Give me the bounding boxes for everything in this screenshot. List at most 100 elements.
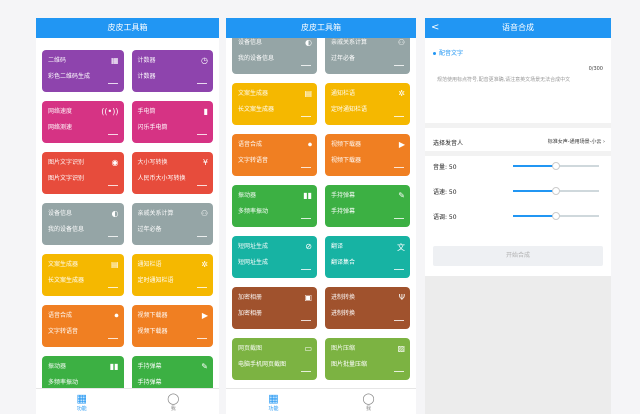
people-icon: ⚇ (397, 38, 405, 47)
nav-tab-me[interactable]: ◯ 我 (128, 389, 220, 414)
tool-card-subtitle: 长文案生成器 (238, 106, 275, 113)
tool-card-subtitle: 进制转换 (331, 310, 356, 317)
nav-tab-me[interactable]: ◯ 我 (321, 389, 416, 414)
tool-card-subtitle: 电脑手机网页截图 (238, 361, 287, 368)
voice-selector[interactable]: 选择发音人 标准女声-通用场景-小云 › (433, 138, 605, 147)
bars-icon: ▮▮ (109, 362, 119, 371)
card-underline (107, 83, 118, 84)
settings-icon: ✲ (398, 89, 405, 98)
slider-row: 语调: 50 (433, 212, 605, 221)
tool-card[interactable]: 文案生成器 长文案生成器 ▤ (42, 254, 124, 296)
slider-row: 音量: 50 (433, 162, 605, 171)
tool-card[interactable]: 手持弹幕 手持弹幕 ✎ (325, 185, 410, 227)
tool-card[interactable]: 视频下载器 视频下载器 ▶ (325, 134, 410, 176)
start-synthesis-button[interactable]: 开始合成 (433, 246, 603, 266)
mic-icon: ⏺ (308, 140, 312, 149)
tool-card-subtitle: 定时通知栏语 (137, 277, 174, 284)
char-counter: 0/300 (588, 66, 603, 72)
tool-card-subtitle: 翻译集合 (331, 259, 356, 266)
tool-card-subtitle: 人民币大小写转换 (137, 175, 186, 182)
tool-grid: 二维码 彩色二维码生成 ▦ 计数器 计数器 ◷ 网络速度 网络测速 ((•)) 手电筒 闪乐手电筒 ▮… (42, 50, 213, 388)
tool-card[interactable]: 图片文字识别 图片文字识别 ◉ (42, 152, 124, 194)
slider-track[interactable] (513, 187, 599, 195)
slider-track[interactable] (513, 212, 599, 220)
tool-card[interactable]: 亲戚关系计算 过年必备 ⚇ (131, 203, 213, 245)
tool-card-subtitle: 视频下载器 (137, 328, 168, 335)
tool-card-subtitle: 视频下载器 (331, 157, 362, 164)
slider-thumb[interactable] (552, 187, 560, 195)
card-underline (394, 320, 404, 321)
tool-card[interactable]: 振动器 多频率振动 ▮▮ (232, 185, 317, 227)
tool-card[interactable]: 图片压缩 图片批量压缩 ▨ (325, 338, 410, 380)
settings-icon: ✲ (201, 260, 208, 269)
card-underline (301, 320, 311, 321)
nav-tab-features[interactable]: ▦ 功能 (226, 389, 321, 414)
grid-icon: ▦ (268, 392, 279, 405)
card-underline (197, 134, 207, 135)
fork-icon: Ψ (398, 293, 405, 302)
slider-label: 音量: 50 (433, 164, 457, 171)
tool-card-title: 视频下载器 (137, 312, 168, 319)
nav-tab-features-label: 功能 (76, 406, 87, 412)
card-underline (107, 236, 118, 237)
card-underline (394, 218, 404, 219)
slider-thumb[interactable] (552, 162, 560, 170)
nav-tab-me-label: 我 (365, 406, 371, 412)
tool-card[interactable]: 大小写转换 人民币大小写转换 ¥ (131, 152, 213, 194)
tool-card-title: 振动器 (238, 192, 257, 199)
tool-card-title: 视频下载器 (331, 141, 362, 148)
tool-list[interactable]: 二维码 彩色二维码生成 ▦ 计数器 计数器 ◷ 网络速度 网络测速 ((•)) 手电筒 闪乐手电筒 ▮… (36, 38, 219, 388)
card-underline (107, 338, 118, 339)
tool-card[interactable]: 振动器 多频率振动 ▮▮ (42, 356, 124, 388)
card-underline (394, 116, 404, 117)
card-underline (301, 218, 311, 219)
tool-card[interactable]: 通知栏语 定时通知栏语 ✲ (131, 254, 213, 296)
card-underline (197, 185, 207, 186)
tool-card[interactable]: 亲戚关系计算 过年必备 ⚇ (325, 38, 410, 74)
tool-card[interactable]: 计数器 计数器 ◷ (131, 50, 213, 92)
slider-thumb[interactable] (552, 212, 560, 220)
chevron-right-icon: › (603, 139, 605, 145)
info-icon: ◐ (111, 209, 119, 218)
tool-card[interactable]: 翻译 翻译集合 文 (325, 236, 410, 278)
back-icon[interactable]: < (431, 18, 439, 38)
tool-card[interactable]: 设备信息 我的设备信息 ◐ (232, 38, 317, 74)
tool-card[interactable]: 语音合成 文字转语音 ⏺ (42, 305, 124, 347)
qr-icon: ▦ (110, 56, 119, 65)
tool-card-subtitle: 过年必备 (331, 55, 356, 62)
tool-list[interactable]: 设备信息 我的设备信息 ◐ 亲戚关系计算 过年必备 ⚇ 文案生成器 长文案生成器 ▤ 通知栏语 定时… (226, 38, 416, 388)
voice-value-text: 标准女声-通用场景-小云 (547, 139, 602, 145)
page-title: 语音合成 (502, 23, 534, 32)
card-underline (301, 167, 311, 168)
app-title: 皮皮工具箱 (301, 23, 341, 32)
tool-card[interactable]: 设备信息 我的设备信息 ◐ (42, 203, 124, 245)
nav-tab-features[interactable]: ▦ 功能 (36, 389, 128, 414)
grid-icon: ▦ (76, 392, 87, 405)
tool-card-title: 图片压缩 (331, 345, 356, 352)
tool-card-title: 振动器 (48, 363, 67, 370)
tool-card-title: 通知栏语 (331, 90, 356, 97)
tool-card[interactable]: 网络速度 网络测速 ((•)) (42, 101, 124, 143)
slider-label: 语速: 50 (433, 189, 457, 196)
tool-card[interactable]: 手持弹幕 手持弹幕 ✎ (131, 356, 213, 388)
tool-card[interactable]: 手电筒 闪乐手电筒 ▮ (131, 101, 213, 143)
tool-card-title: 短网址生成 (238, 243, 269, 250)
card-underline (301, 116, 311, 117)
tool-card[interactable]: 视频下载器 视频下载器 ▶ (131, 305, 213, 347)
text-input[interactable]: 规范使用标点符号,配音更准确,请注意英文场景无法合成中文 (437, 76, 597, 84)
tool-card[interactable]: 短网址生成 短网址生成 ⊘ (232, 236, 317, 278)
tool-card[interactable]: 通知栏语 定时通知栏语 ✲ (325, 83, 410, 125)
tool-card[interactable]: 网页截图 电脑手机网页截图 ▭ (232, 338, 317, 380)
tool-card-title: 语音合成 (48, 312, 73, 319)
pen-icon: ✎ (398, 191, 405, 200)
tool-card[interactable]: 文案生成器 长文案生成器 ▤ (232, 83, 317, 125)
tool-card[interactable]: 进制转换 进制转换 Ψ (325, 287, 410, 329)
tool-card-subtitle: 短网址生成 (238, 259, 269, 266)
card-underline (394, 167, 404, 168)
user-icon: ◯ (362, 392, 375, 405)
tool-card[interactable]: 二维码 彩色二维码生成 ▦ (42, 50, 124, 92)
tool-card[interactable]: 语音合成 文字转语音 ⏺ (232, 134, 317, 176)
slider-track[interactable] (513, 162, 599, 170)
tool-card[interactable]: 加密相册 加密相册 ▣ (232, 287, 317, 329)
bottom-nav: ▦ 功能 ◯ 我 (36, 388, 219, 414)
